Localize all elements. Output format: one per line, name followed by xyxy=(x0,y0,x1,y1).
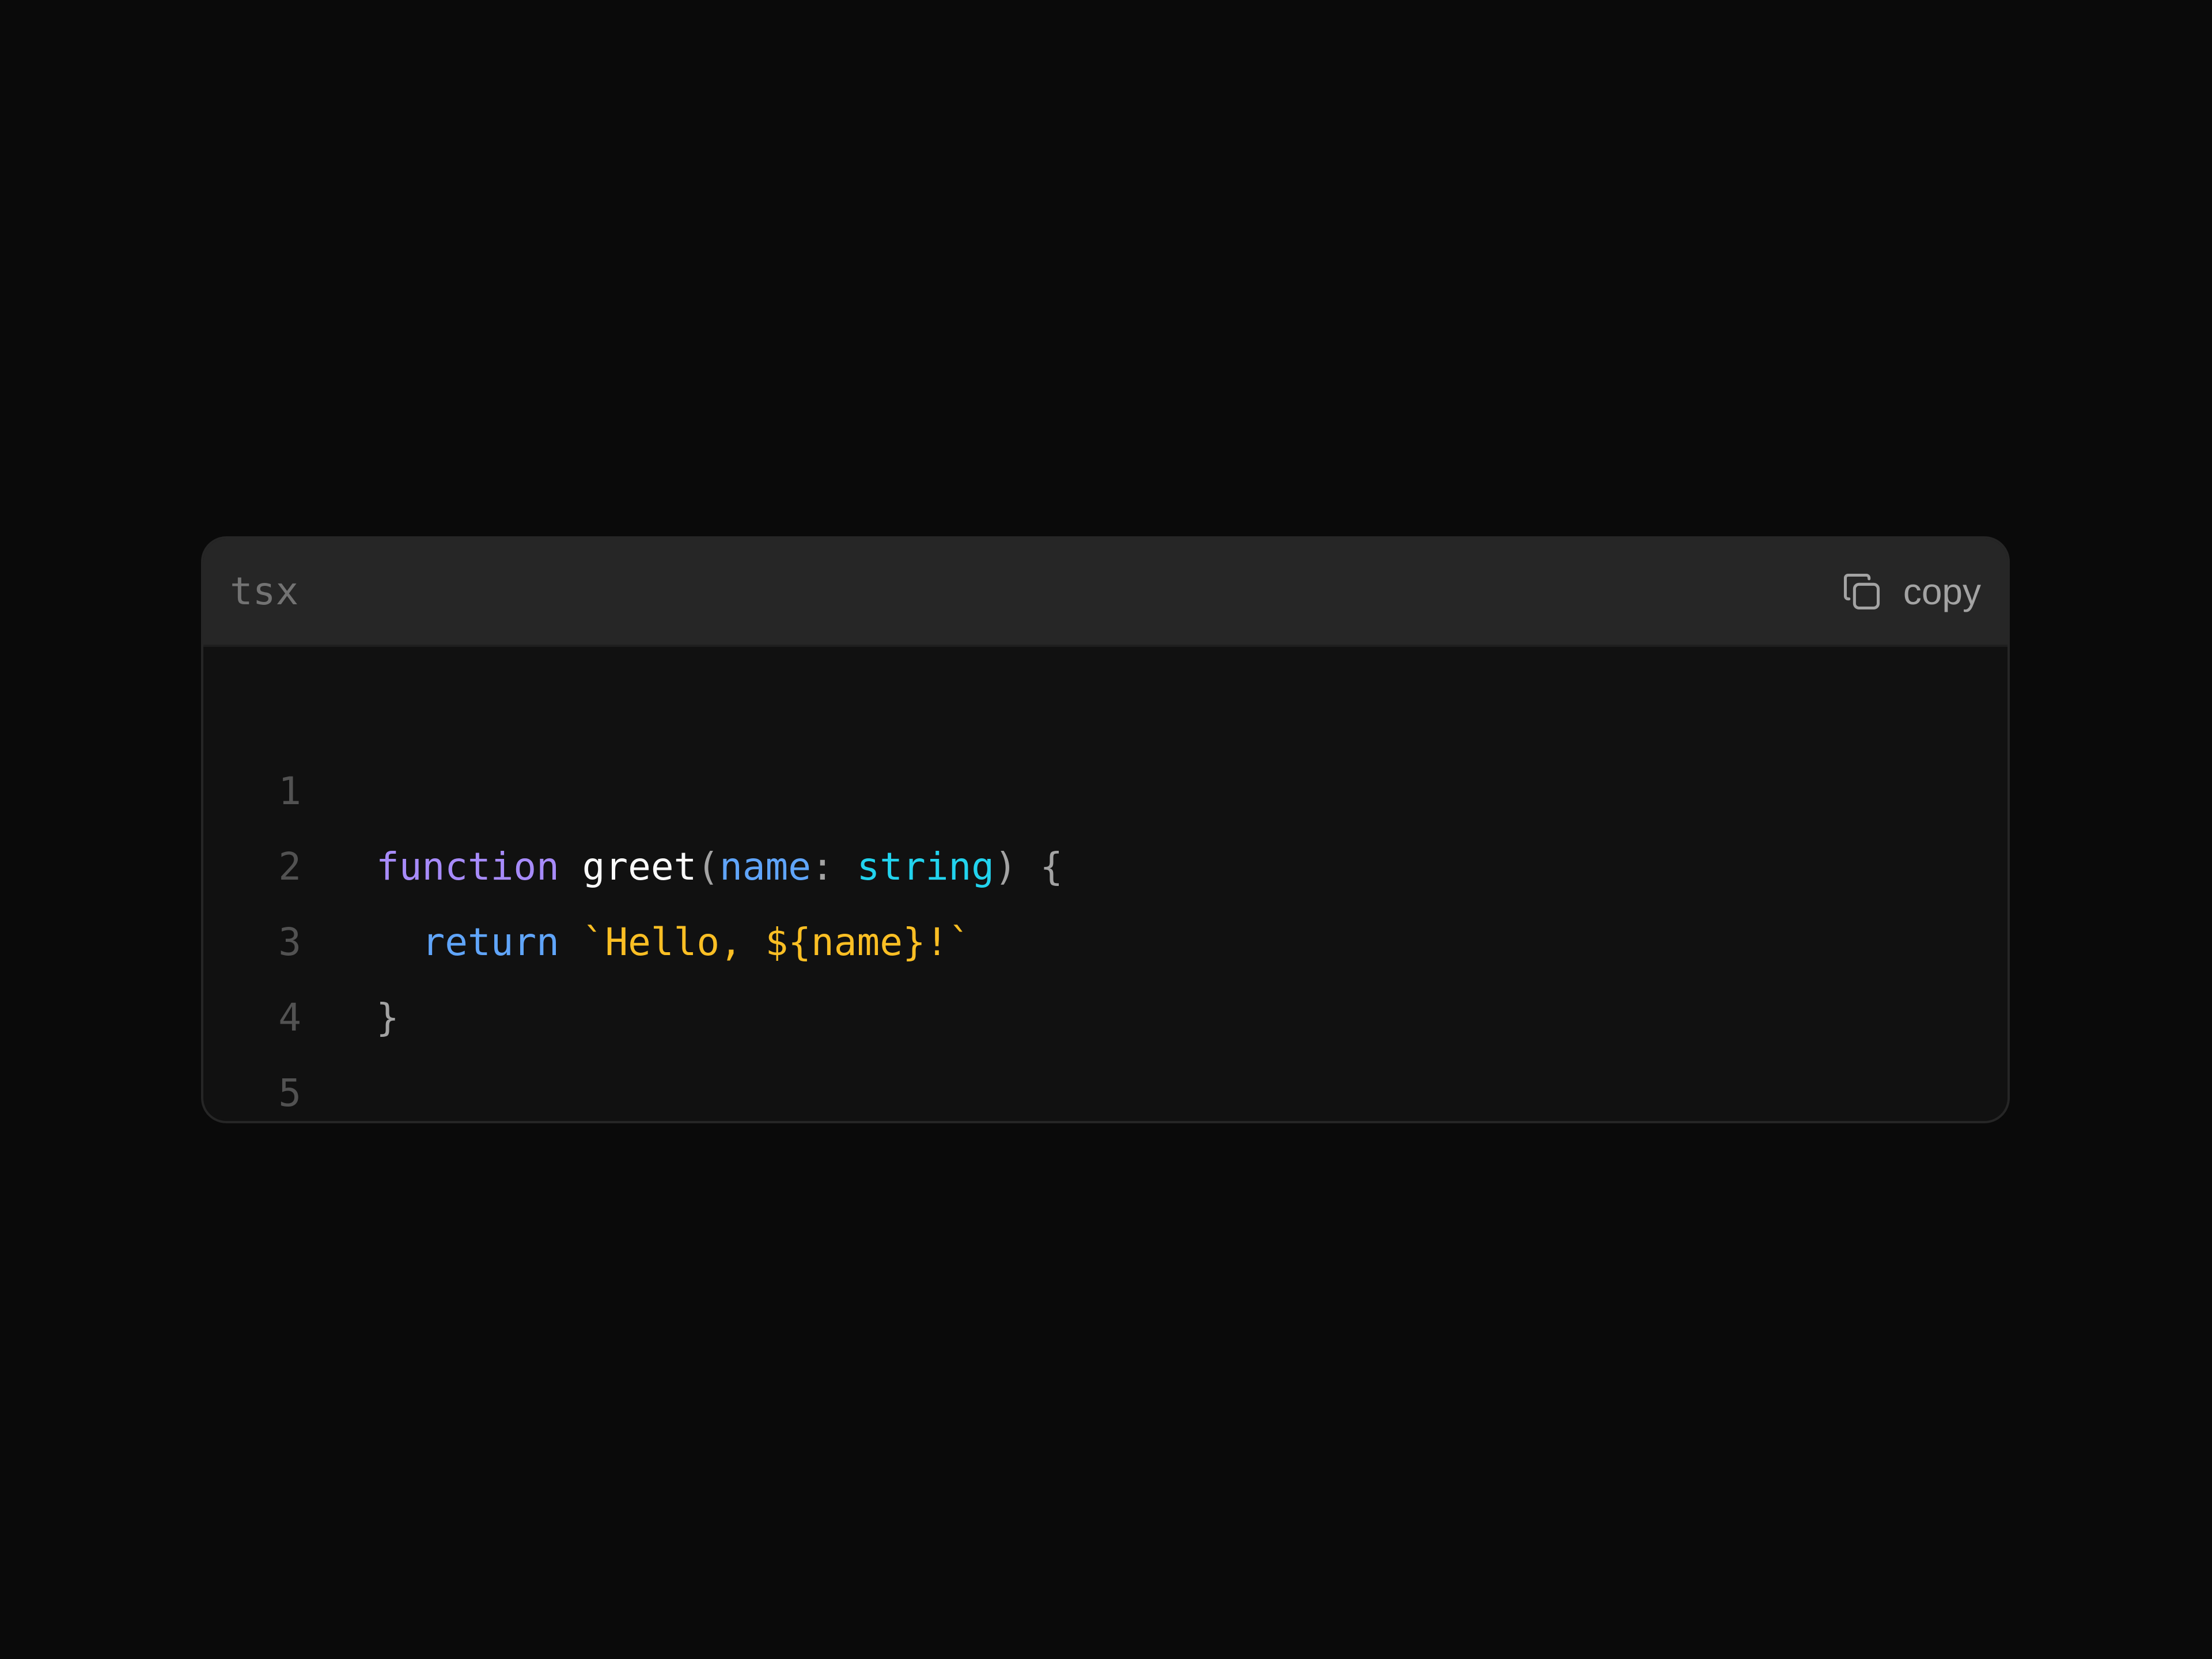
code-line: 4 xyxy=(203,904,2008,1040)
code-line: 3 } xyxy=(203,829,2008,1040)
copy-button[interactable]: copy xyxy=(1840,569,1981,615)
language-label: tsx xyxy=(230,569,299,613)
copy-icon xyxy=(1843,573,1880,610)
code-line: 5 console.log(greet('world')) xyxy=(203,980,2008,1115)
code-block-header: tsx copy xyxy=(203,539,2008,647)
copy-button-label: copy xyxy=(1903,571,1981,612)
code-line: 1 function greet(name: string) { xyxy=(203,678,2008,889)
code-line: 2 return `Hello, ${name}!` xyxy=(203,753,2008,964)
code-body: 1 function greet(name: string) { 2 retur… xyxy=(203,647,2008,1121)
code-block: tsx copy 1 function greet(name: string) … xyxy=(201,536,2010,1123)
line-number: 5 xyxy=(278,1071,301,1115)
